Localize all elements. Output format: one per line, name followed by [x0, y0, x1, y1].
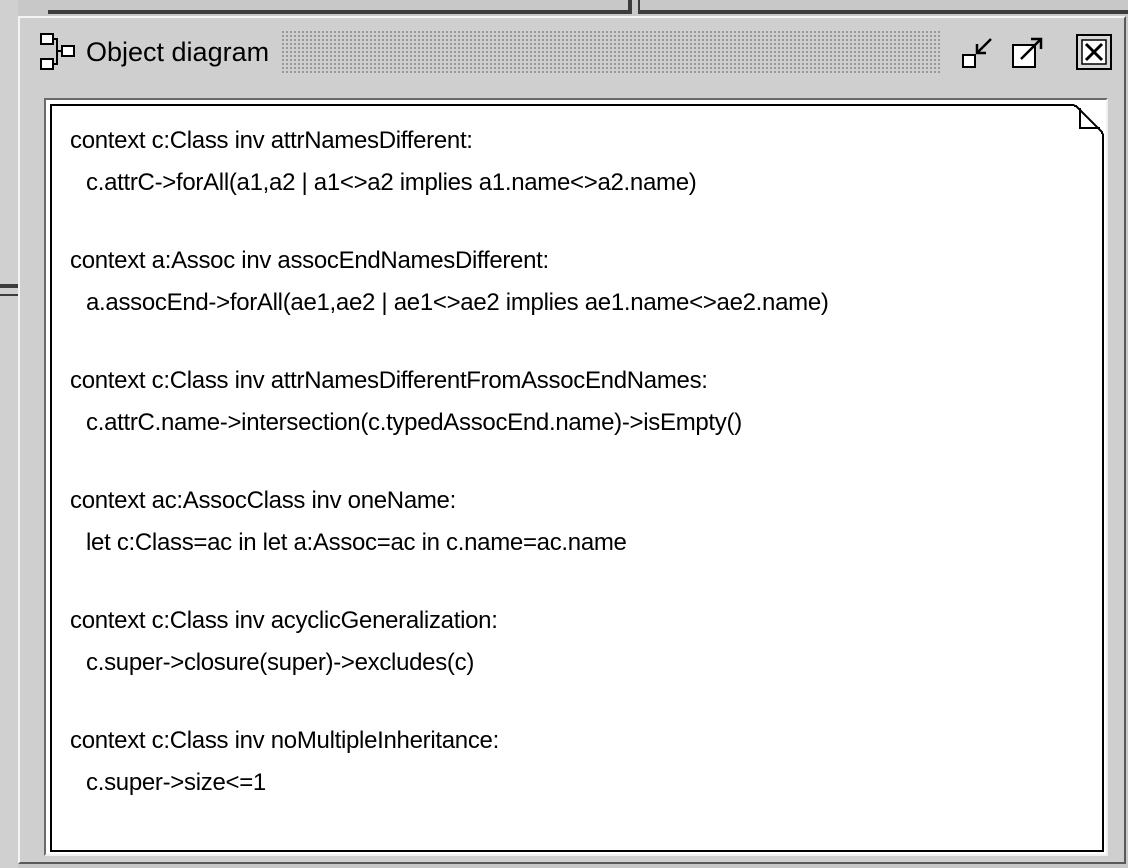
object-diagram-icon [38, 32, 78, 72]
maximize-icon [1012, 37, 1043, 68]
invariant: context c:Class inv attrNamesDifferent: … [70, 120, 1072, 204]
title-bar[interactable]: Object diagram [28, 24, 1116, 80]
invariant-body: let c:Class=ac in let a:Assoc=ac in c.na… [86, 529, 627, 556]
background-divider-vertical-2 [638, 0, 640, 14]
object-diagram-window[interactable]: Object diagram context c:Class inv attrN… [18, 16, 1126, 864]
invariant-body: c.super->size<=1 [86, 769, 266, 796]
invariant-header: context c:Class inv attrNamesDifferent: [70, 127, 473, 154]
background-divider-vertical [628, 0, 632, 14]
invariant: context a:Assoc inv assocEndNamesDiffere… [70, 240, 1072, 324]
background-divider-top [48, 10, 628, 14]
close-button[interactable] [1076, 34, 1112, 70]
background-divider-left [0, 284, 18, 288]
invariant-header: context c:Class inv noMultipleInheritanc… [70, 727, 499, 754]
close-icon [1081, 39, 1107, 65]
invariant: context c:Class inv acyclicGeneralizatio… [70, 600, 1072, 684]
iconify-button[interactable] [960, 34, 996, 70]
invariant: context ac:AssocClass inv oneName: let c… [70, 480, 1072, 564]
invariant-header: context c:Class inv attrNamesDifferentFr… [70, 367, 708, 394]
background-divider-top-right [640, 10, 1128, 14]
invariant-body: a.assocEnd->forAll(ae1,ae2 | ae1<>ae2 im… [86, 289, 829, 316]
ocl-note[interactable]: context c:Class inv attrNamesDifferent: … [50, 104, 1104, 852]
window-title: Object diagram [86, 36, 270, 67]
invariant: context c:Class inv attrNamesDifferentFr… [70, 360, 1072, 444]
invariant-header: context a:Assoc inv assocEndNamesDiffere… [70, 247, 549, 274]
invariant: context c:Class inv noMultipleInheritanc… [70, 720, 1072, 804]
background-divider-left-2 [0, 294, 18, 296]
invariant-header: context ac:AssocClass inv oneName: [70, 487, 456, 514]
diagram-canvas[interactable]: context c:Class inv attrNamesDifferent: … [44, 98, 1108, 856]
invariant-body: c.attrC.name->intersection(c.typedAssocE… [86, 409, 742, 436]
invariant-header: context c:Class inv acyclicGeneralizatio… [70, 607, 498, 634]
note-folded-corner [1074, 104, 1104, 134]
ocl-invariant-list: context c:Class inv attrNamesDifferent: … [70, 120, 1072, 840]
title-bar-grip[interactable] [281, 30, 942, 74]
invariant-body: c.super->closure(super)->excludes(c) [86, 649, 475, 676]
invariant-body: c.attrC->forAll(a1,a2 | a1<>a2 implies a… [86, 169, 697, 196]
iconify-icon [962, 38, 992, 68]
maximize-button[interactable] [1010, 34, 1046, 70]
background-panel [0, 0, 18, 868]
